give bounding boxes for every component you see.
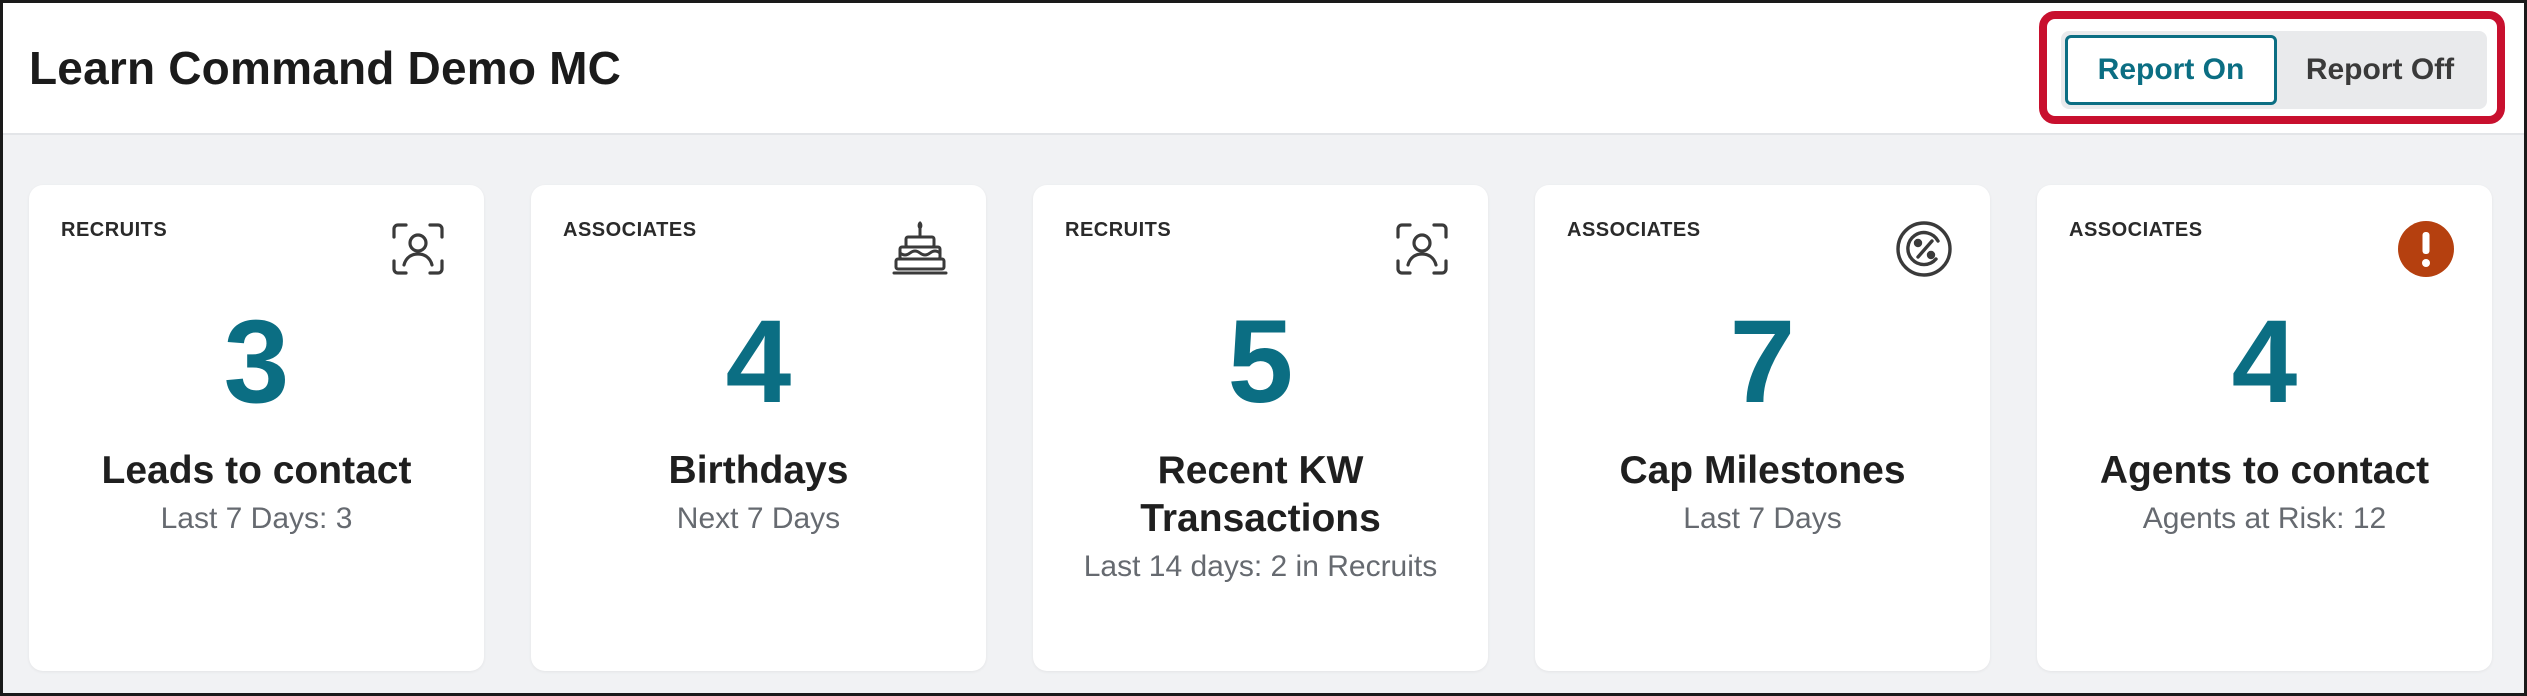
card-title: Recent KW Transactions bbox=[1140, 449, 1381, 540]
page-header: Learn Command Demo MC Report On Report O… bbox=[3, 3, 2524, 135]
app-frame: Learn Command Demo MC Report On Report O… bbox=[0, 0, 2527, 696]
card-category: ASSOCIATES bbox=[563, 219, 697, 241]
card-title: Cap Milestones bbox=[1619, 449, 1906, 492]
card-subtitle: Last 7 Days: 3 bbox=[160, 502, 353, 535]
card-title: Leads to contact bbox=[101, 449, 412, 492]
card-title: Agents to contact bbox=[2099, 449, 2430, 492]
birthday-cake-icon bbox=[888, 217, 952, 281]
card-subtitle: Last 14 days: 2 in Recruits bbox=[1083, 550, 1438, 583]
card-leads-to-contact[interactable]: RECRUITS 3 Leads to contact Last 7 Days:… bbox=[29, 185, 484, 671]
card-count: 7 bbox=[1729, 296, 1796, 428]
card-category: ASSOCIATES bbox=[2069, 219, 2203, 241]
card-recent-kw-transactions[interactable]: RECRUITS 5 Recent KW Transactions Last 1… bbox=[1033, 185, 1488, 671]
card-category: RECRUITS bbox=[61, 219, 168, 241]
card-agents-to-contact[interactable]: ASSOCIATES 4 Agents to contact Agents at… bbox=[2037, 185, 2492, 671]
card-birthdays[interactable]: ASSOCIATES 4 Birthdays Next 7 Days bbox=[531, 185, 986, 671]
card-subtitle: Agents at Risk: 12 bbox=[2142, 502, 2387, 535]
card-subtitle: Next 7 Days bbox=[676, 502, 841, 535]
card-title: Birthdays bbox=[668, 449, 849, 492]
report-on-button[interactable]: Report On bbox=[2065, 35, 2277, 105]
summary-cards: RECRUITS 3 Leads to contact Last 7 Days:… bbox=[29, 185, 2504, 671]
person-frame-icon bbox=[386, 217, 450, 281]
card-category: RECRUITS bbox=[1065, 219, 1172, 241]
report-toggle: Report On Report Off bbox=[2061, 31, 2487, 109]
card-count: 4 bbox=[725, 296, 792, 428]
alert-exclamation-icon bbox=[2394, 217, 2458, 281]
card-cap-milestones[interactable]: ASSOCIATES 7 Cap Milestones Last 7 Days bbox=[1535, 185, 1990, 671]
person-frame-icon bbox=[1390, 217, 1454, 281]
cap-percent-icon bbox=[1892, 217, 1956, 281]
card-count: 3 bbox=[223, 296, 290, 428]
page-title: Learn Command Demo MC bbox=[29, 42, 622, 94]
card-category: ASSOCIATES bbox=[1567, 219, 1701, 241]
card-subtitle: Last 7 Days bbox=[1683, 502, 1842, 535]
card-count: 4 bbox=[2231, 296, 2298, 428]
report-off-button[interactable]: Report Off bbox=[2277, 35, 2483, 105]
card-count: 5 bbox=[1227, 296, 1294, 428]
